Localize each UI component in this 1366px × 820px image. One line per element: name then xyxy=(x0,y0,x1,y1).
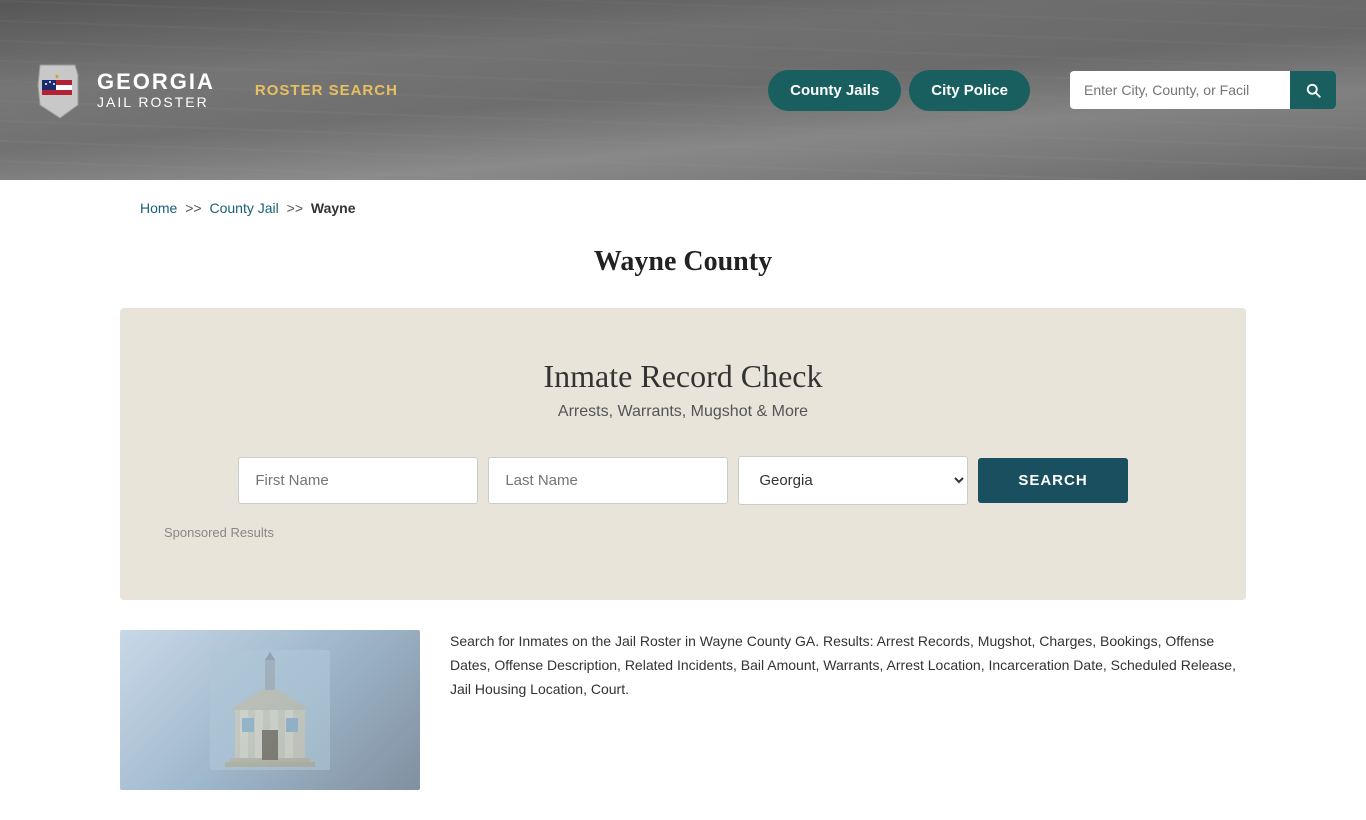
logo-georgia: GEORGIA xyxy=(97,70,215,94)
georgia-state-logo: ★ xyxy=(30,60,85,120)
svg-text:★: ★ xyxy=(55,74,60,80)
breadcrumb-sep-2: >> xyxy=(287,200,303,216)
record-check-title: Inmate Record Check xyxy=(160,358,1206,395)
breadcrumb-home[interactable]: Home xyxy=(140,200,177,216)
search-icon xyxy=(1304,81,1322,99)
courthouse-illustration xyxy=(210,650,330,770)
logo-subtitle: JAIL ROSTER xyxy=(97,94,215,110)
breadcrumb-current: Wayne xyxy=(311,200,356,216)
breadcrumb-county-jail[interactable]: County Jail xyxy=(210,200,279,216)
header-search-button[interactable] xyxy=(1290,71,1336,109)
bottom-description: Search for Inmates on the Jail Roster in… xyxy=(450,630,1246,701)
state-select[interactable]: AlabamaAlaskaArizonaArkansasCaliforniaCo… xyxy=(738,456,968,505)
last-name-input[interactable] xyxy=(488,457,728,504)
record-search-button[interactable]: SEARCH xyxy=(978,458,1127,503)
header-search-input[interactable] xyxy=(1070,72,1290,108)
sponsored-label: Sponsored Results xyxy=(160,525,1206,540)
breadcrumb: Home >> County Jail >> Wayne xyxy=(0,180,1366,236)
city-police-button[interactable]: City Police xyxy=(909,70,1030,111)
hero-header: ★ GEORGIA JAIL ROSTER ROSTER SEARCH Coun… xyxy=(0,0,1366,180)
bottom-image xyxy=(120,630,420,790)
first-name-input[interactable] xyxy=(238,457,478,504)
bottom-section: Search for Inmates on the Jail Roster in… xyxy=(0,600,1366,820)
logo-text-area: GEORGIA JAIL ROSTER xyxy=(97,70,215,110)
breadcrumb-sep-1: >> xyxy=(185,200,201,216)
county-jails-button[interactable]: County Jails xyxy=(768,70,901,111)
nav-buttons: County Jails City Police xyxy=(768,70,1030,111)
page-title: Wayne County xyxy=(0,246,1366,278)
header-search-area xyxy=(1070,71,1336,109)
record-check-form: AlabamaAlaskaArizonaArkansasCaliforniaCo… xyxy=(160,456,1206,505)
logo-link[interactable]: ★ GEORGIA JAIL ROSTER xyxy=(30,60,215,120)
roster-search-nav[interactable]: ROSTER SEARCH xyxy=(255,82,398,99)
record-check-subtitle: Arrests, Warrants, Mugshot & More xyxy=(160,403,1206,421)
record-check-section: Inmate Record Check Arrests, Warrants, M… xyxy=(120,308,1246,600)
